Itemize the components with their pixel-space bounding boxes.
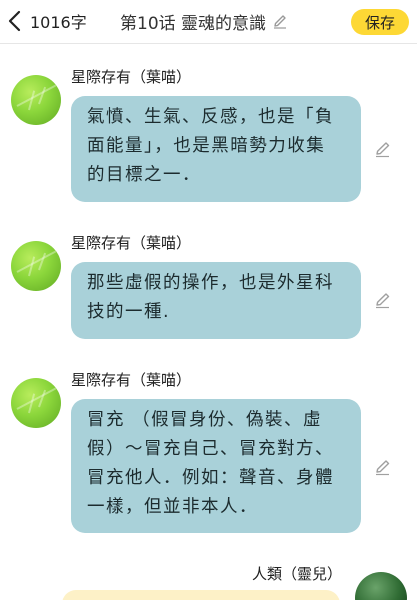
message-line: 冒充 （假冒身份、偽裝、虛 (87, 410, 323, 430)
message-line: 氣憤、生氣、反感，也是「負 (87, 107, 334, 127)
reply-bubble[interactable] (62, 590, 340, 600)
top-bar: 1016字 第10话 靈魂的意識 保存 (0, 0, 417, 44)
save-button[interactable]: 保存 (351, 9, 409, 35)
avatar[interactable] (355, 572, 407, 600)
message-bubble[interactable]: 氣憤、生氣、反感，也是「負 面能量」，也是黑暗勢力收集 的目標之一． (71, 96, 361, 202)
avatar[interactable] (11, 75, 61, 125)
pencil-icon[interactable] (272, 13, 288, 29)
message-bubble[interactable]: 那些虛假的操作，也是外星科 技的一種. (71, 262, 361, 339)
avatar[interactable] (11, 378, 61, 428)
chapter-title[interactable]: 第10话 靈魂的意識 (120, 9, 266, 34)
sender-name: 星際存有（葉喵） (71, 68, 192, 86)
sender-name: 星際存有（葉喵） (71, 371, 192, 389)
message-line: 冒充他人．例如：聲音、身體 (87, 468, 334, 488)
message-line: 面能量」，也是黑暗勢力收集 (87, 136, 326, 156)
message-line: 那些虛假的操作，也是外星科 (87, 273, 334, 293)
sender-name: 人類（靈兒） (252, 565, 343, 583)
pencil-icon[interactable] (374, 458, 392, 476)
pencil-icon[interactable] (374, 140, 392, 158)
pencil-icon[interactable] (374, 291, 392, 309)
word-count: 1016字 (30, 13, 87, 32)
message-line: 一樣，但並非本人． (87, 497, 258, 517)
message-bubble[interactable]: 冒充 （假冒身份、偽裝、虛 假）～冒充自己、冒充對方、 冒充他人．例如：聲音、身… (71, 399, 361, 533)
message-line: 假）～冒充自己、冒充對方、 (87, 439, 334, 459)
message-line: 技的一種. (87, 302, 171, 322)
chapter-title-area[interactable]: 第10话 靈魂的意識 (120, 8, 288, 34)
avatar[interactable] (11, 241, 61, 291)
chevron-left-icon[interactable] (6, 9, 24, 33)
back-button[interactable]: 1016字 (6, 7, 90, 35)
message-line: 的目標之一． (87, 165, 201, 185)
sender-name: 星際存有（葉喵） (71, 234, 192, 252)
